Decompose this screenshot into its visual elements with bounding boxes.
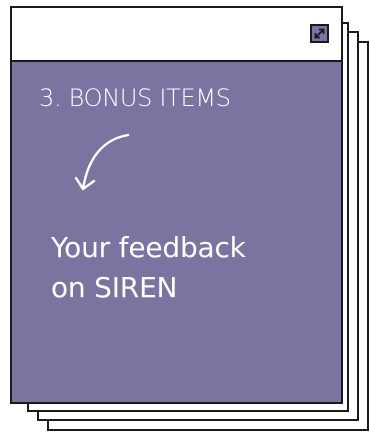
expand-arrows-icon (314, 28, 325, 39)
window-titlebar (12, 8, 341, 62)
section-heading: 3. BONUS ITEMS (39, 84, 231, 112)
front-window: 3. BONUS ITEMS Your feedback on SIREN (10, 6, 343, 404)
feedback-text-line-1: Your feedback (51, 231, 246, 264)
curved-arrow-down-left-icon (74, 133, 130, 191)
content-panel: 3. BONUS ITEMS Your feedback on SIREN (12, 62, 341, 402)
feedback-text: Your feedback on SIREN (51, 228, 246, 308)
expand-button[interactable] (310, 24, 329, 43)
stacked-window-stage: 3. BONUS ITEMS Your feedback on SIREN (0, 0, 370, 437)
feedback-text-line-2: on SIREN (51, 271, 178, 304)
